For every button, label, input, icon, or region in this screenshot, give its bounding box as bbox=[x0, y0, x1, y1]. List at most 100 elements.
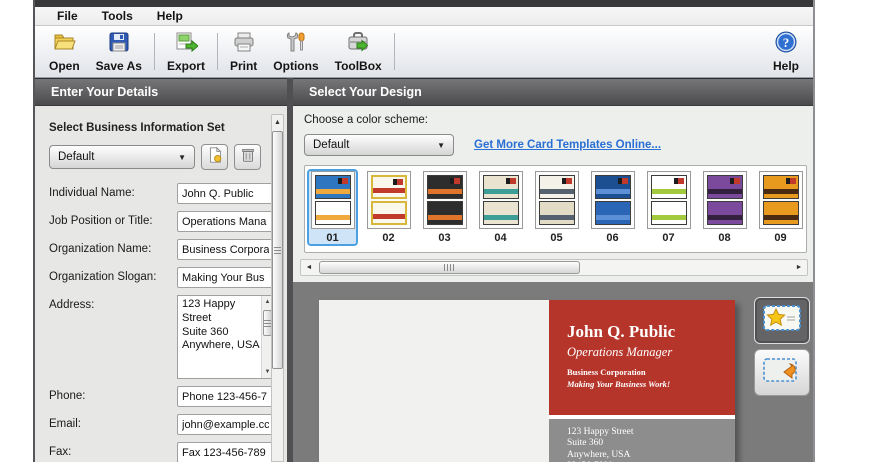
template-number: 01 bbox=[326, 232, 338, 244]
individual-name-input[interactable] bbox=[177, 183, 274, 204]
template-thumb-09[interactable]: 09 bbox=[755, 169, 806, 246]
menu-help[interactable]: Help bbox=[145, 9, 195, 23]
logo-chip-icon bbox=[562, 178, 572, 184]
menu-tools[interactable]: Tools bbox=[90, 9, 145, 23]
scroll-up-icon[interactable]: ▲ bbox=[272, 115, 283, 129]
design-panel-header: Select Your Design bbox=[293, 78, 813, 106]
individual-name-label: Individual Name: bbox=[49, 183, 177, 199]
email-input[interactable] bbox=[177, 414, 274, 435]
card-slogan: Making Your Business Work! bbox=[567, 379, 727, 389]
job-title-label: Job Position or Title: bbox=[49, 211, 177, 227]
address-textarea-box: 123 Happy Street Suite 360 Anywhere, USA… bbox=[177, 295, 274, 379]
template-number: 03 bbox=[438, 232, 450, 244]
toolbar-separator bbox=[394, 33, 395, 70]
template-thumb-03[interactable]: 03 bbox=[419, 169, 470, 246]
template-number: 02 bbox=[382, 232, 394, 244]
color-scheme-select[interactable]: Default ▼ bbox=[304, 134, 454, 156]
delete-info-set-button[interactable] bbox=[234, 144, 261, 170]
toolbar: Open Save As Export Print Options bbox=[35, 26, 813, 78]
organization-slogan-input[interactable] bbox=[177, 267, 274, 288]
email-label: Email: bbox=[49, 414, 177, 430]
logo-chip-icon bbox=[730, 178, 740, 184]
card-red-section: John Q. Public Operations Manager Busine… bbox=[549, 300, 735, 415]
info-set-select[interactable]: Default ▼ bbox=[49, 145, 195, 169]
toolbox-label: ToolBox bbox=[335, 59, 382, 73]
template-card-preview bbox=[647, 171, 691, 229]
chevron-down-icon: ▼ bbox=[178, 153, 186, 162]
details-panel-title: Enter Your Details bbox=[51, 85, 158, 99]
phone-input[interactable] bbox=[177, 386, 274, 407]
template-thumb-05[interactable]: 05 bbox=[531, 169, 582, 246]
organization-name-input[interactable] bbox=[177, 239, 274, 260]
details-panel-header: Enter Your Details bbox=[35, 78, 287, 106]
template-thumb-06[interactable]: 06 bbox=[587, 169, 638, 246]
template-thumb-02[interactable]: 02 bbox=[363, 169, 414, 246]
flip-card-button[interactable] bbox=[754, 349, 810, 396]
template-thumb-04[interactable]: 04 bbox=[475, 169, 526, 246]
trash-icon bbox=[239, 146, 257, 169]
fax-input[interactable] bbox=[177, 442, 274, 462]
template-card-preview bbox=[311, 171, 355, 229]
design-panel-title: Select Your Design bbox=[309, 85, 422, 99]
save-icon bbox=[107, 30, 131, 57]
menu-bar: File Tools Help bbox=[35, 7, 813, 26]
logo-chip-icon bbox=[786, 178, 796, 184]
logo-chip-icon bbox=[506, 178, 516, 184]
design-panel-body: Choose a color scheme: Default ▼ Get Mor… bbox=[293, 106, 813, 462]
card-address-block: 123 Happy StreetSuite 360Anywhere, USA23… bbox=[549, 419, 735, 462]
print-button[interactable]: Print bbox=[222, 28, 265, 75]
new-document-icon bbox=[206, 146, 224, 169]
flip-arrow-icon bbox=[762, 356, 802, 389]
template-card-preview bbox=[591, 171, 635, 229]
organization-slogan-label: Organization Slogan: bbox=[49, 267, 177, 283]
help-button[interactable]: ? Help bbox=[765, 28, 807, 75]
template-thumb-01[interactable]: 01 bbox=[307, 169, 358, 246]
organization-name-label: Organization Name: bbox=[49, 239, 177, 255]
template-number: 06 bbox=[606, 232, 618, 244]
template-number: 07 bbox=[662, 232, 674, 244]
card-preview-area: John Q. Public Operations Manager Busine… bbox=[293, 282, 813, 462]
help-label: Help bbox=[773, 59, 799, 73]
design-panel: Select Your Design Choose a color scheme… bbox=[293, 78, 813, 462]
export-label: Export bbox=[167, 59, 205, 73]
toolbar-spacer bbox=[399, 28, 765, 75]
toolbox-button[interactable]: ToolBox bbox=[327, 28, 390, 75]
get-templates-link[interactable]: Get More Card Templates Online... bbox=[474, 139, 661, 151]
print-icon bbox=[232, 30, 256, 57]
job-title-input[interactable] bbox=[177, 211, 274, 232]
scroll-thumb[interactable] bbox=[272, 131, 283, 369]
template-scrollbar[interactable]: ◄ ► bbox=[300, 259, 808, 276]
template-card-preview bbox=[367, 171, 411, 229]
template-thumb-07[interactable]: 07 bbox=[643, 169, 694, 246]
template-card-preview bbox=[759, 171, 803, 229]
export-button[interactable]: Export bbox=[159, 28, 213, 75]
options-button[interactable]: Options bbox=[265, 28, 326, 75]
template-thumb-08[interactable]: 08 bbox=[699, 169, 750, 246]
fax-label: Fax: bbox=[49, 442, 177, 458]
scroll-right-icon[interactable]: ► bbox=[791, 260, 807, 275]
scroll-thumb[interactable] bbox=[319, 261, 580, 274]
template-number: 08 bbox=[718, 232, 730, 244]
color-scheme-value: Default bbox=[313, 139, 349, 151]
help-icon: ? bbox=[774, 30, 798, 57]
info-set-value: Default bbox=[58, 151, 94, 163]
scroll-left-icon[interactable]: ◄ bbox=[301, 260, 317, 275]
new-info-set-button[interactable] bbox=[201, 144, 228, 170]
logo-chip-icon bbox=[393, 179, 403, 185]
open-label: Open bbox=[49, 59, 80, 73]
phone-label: Phone: bbox=[49, 386, 177, 402]
app-window: File Tools Help Open Save As Export Prin… bbox=[33, 0, 815, 462]
address-label: Address: bbox=[49, 295, 177, 311]
address-textarea[interactable]: 123 Happy Street Suite 360 Anywhere, USA bbox=[178, 296, 261, 378]
template-number: 04 bbox=[494, 232, 506, 244]
menu-file[interactable]: File bbox=[45, 9, 90, 23]
template-card-preview bbox=[703, 171, 747, 229]
logo-chip-icon bbox=[674, 178, 684, 184]
save-as-button[interactable]: Save As bbox=[88, 28, 150, 75]
open-button[interactable]: Open bbox=[41, 28, 88, 75]
info-set-label: Select Business Information Set bbox=[49, 122, 265, 134]
details-scrollbar[interactable]: ▲ bbox=[271, 114, 284, 462]
card-border-button[interactable] bbox=[754, 297, 810, 344]
toolbox-icon bbox=[346, 30, 370, 57]
business-card-preview[interactable]: John Q. Public Operations Manager Busine… bbox=[319, 300, 735, 462]
